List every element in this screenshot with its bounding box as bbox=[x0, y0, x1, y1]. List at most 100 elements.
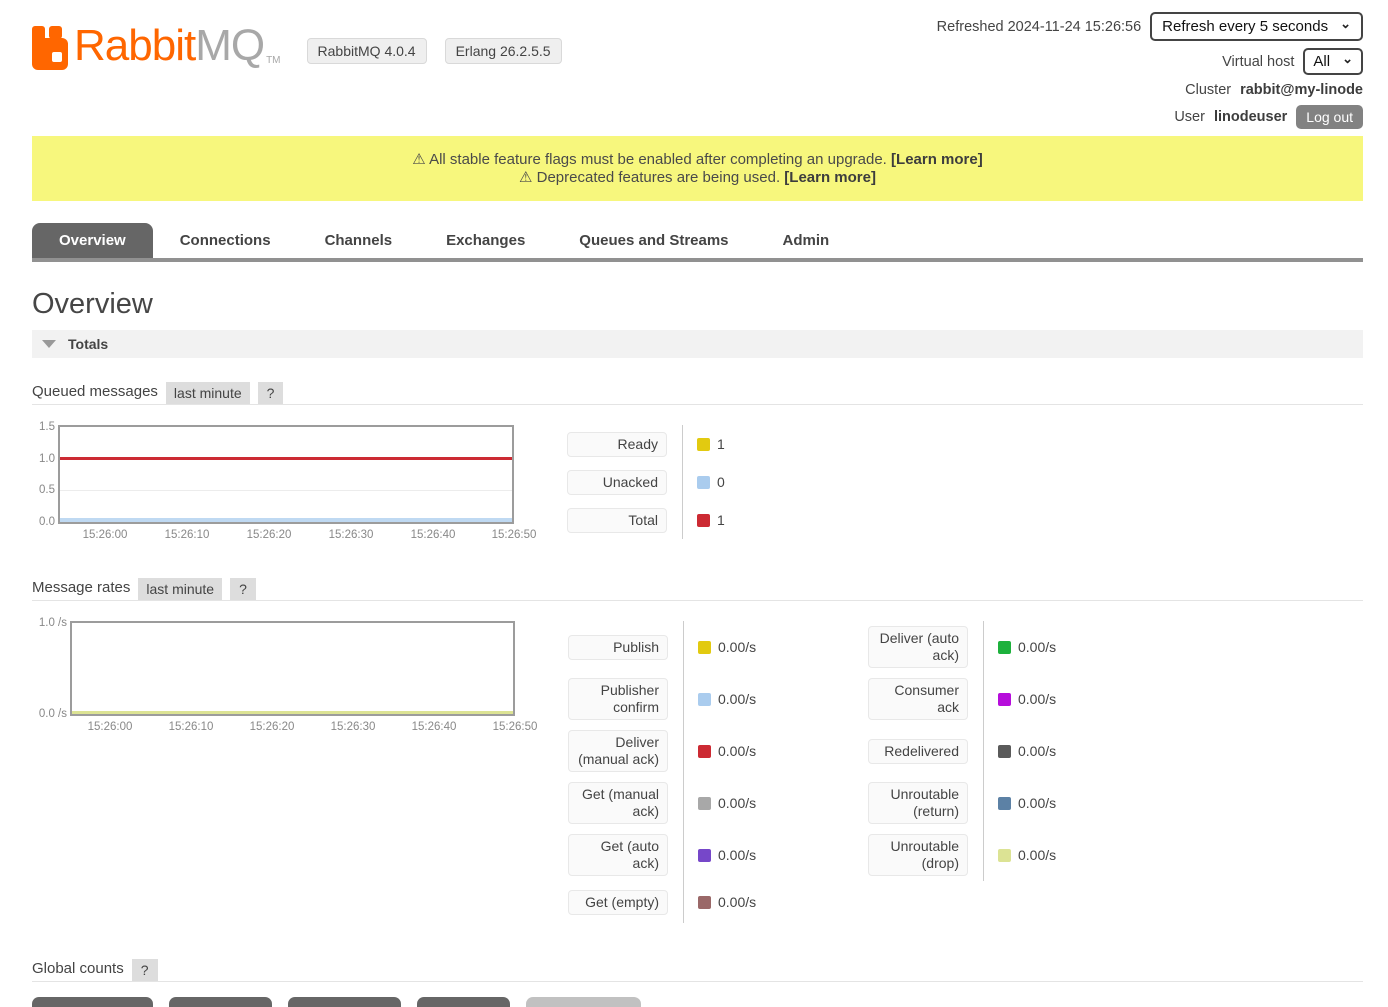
refresh-interval-select[interactable]: Refresh every 5 seconds ⌄ bbox=[1150, 12, 1363, 41]
learn-more-link-2[interactable]: [Learn more] bbox=[784, 169, 876, 186]
redelivered-rate: 0.00/s bbox=[1018, 743, 1056, 759]
global-counts-help-icon[interactable]: ? bbox=[132, 959, 158, 981]
ready-swatch-icon bbox=[697, 438, 710, 451]
totals-label: Totals bbox=[68, 336, 108, 352]
deliver-auto-ack-swatch-icon bbox=[998, 641, 1011, 654]
y-tick: 1.0 /s bbox=[39, 617, 67, 629]
connections-count-button[interactable]: Connections: 0 bbox=[32, 997, 153, 1007]
brand-wordmark: RabbitMQ bbox=[74, 22, 264, 70]
logout-button[interactable]: Log out bbox=[1296, 105, 1363, 129]
legend-label-deliver-auto-ack[interactable]: Deliver (auto ack) bbox=[868, 626, 968, 668]
publisher-confirm-rate: 0.00/s bbox=[718, 691, 756, 707]
unroutable-drop-swatch-icon bbox=[998, 849, 1011, 862]
x-axis-labels: 15:26:00 15:26:10 15:26:20 15:26:30 15:2… bbox=[58, 524, 514, 542]
unroutable-return-swatch-icon bbox=[998, 797, 1011, 810]
x-tick: 15:26:40 bbox=[412, 721, 457, 733]
legend-label-publisher-confirm[interactable]: Publisher confirm bbox=[568, 678, 668, 720]
legend-label-unacked[interactable]: Unacked bbox=[567, 470, 667, 495]
get-manual-ack-swatch-icon bbox=[698, 797, 711, 810]
queued-messages-period-badge[interactable]: last minute bbox=[166, 382, 250, 404]
x-tick: 15:26:00 bbox=[83, 529, 128, 541]
x-tick: 15:26:30 bbox=[331, 721, 376, 733]
legend-label-get-manual-ack[interactable]: Get (manual ack) bbox=[568, 782, 668, 824]
legend-label-redelivered[interactable]: Redelivered bbox=[868, 739, 968, 764]
unacked-swatch-icon bbox=[697, 476, 710, 489]
message-rates-period-badge[interactable]: last minute bbox=[138, 578, 222, 600]
legend-label-unroutable-return[interactable]: Unroutable (return) bbox=[868, 782, 968, 824]
deliver-auto-ack-rate: 0.00/s bbox=[1018, 639, 1056, 655]
x-axis-labels: 15:26:00 15:26:10 15:26:20 15:26:30 15:2… bbox=[70, 716, 515, 734]
x-tick: 15:26:20 bbox=[247, 529, 292, 541]
queued-messages-help-icon[interactable]: ? bbox=[258, 382, 284, 404]
message-rates-chart: 1.0 /s 0.0 /s bbox=[70, 621, 515, 716]
tab-queues-and-streams[interactable]: Queues and Streams bbox=[552, 223, 755, 258]
tabbar-divider bbox=[32, 258, 1363, 262]
y-tick: 0.0 /s bbox=[39, 708, 67, 720]
get-empty-rate: 0.00/s bbox=[718, 894, 756, 910]
legend-label-consumer-ack[interactable]: Consumer ack bbox=[868, 678, 968, 720]
rabbitmq-logo[interactable]: RabbitMQ TM bbox=[32, 22, 281, 70]
banner-line-feature-flags: ⚠ All stable feature flags must be enabl… bbox=[42, 151, 1353, 169]
header: RabbitMQ TM RabbitMQ 4.0.4 Erlang 26.2.5… bbox=[32, 0, 1363, 136]
cluster-label: Cluster bbox=[1185, 82, 1231, 98]
legend-label-publish[interactable]: Publish bbox=[568, 635, 668, 660]
tab-exchanges[interactable]: Exchanges bbox=[419, 223, 552, 258]
publisher-confirm-swatch-icon bbox=[698, 693, 711, 706]
x-tick: 15:26:10 bbox=[165, 529, 210, 541]
banner-text-1: ⚠ All stable feature flags must be enabl… bbox=[412, 151, 887, 168]
channels-count-button[interactable]: Channels: 0 bbox=[169, 997, 272, 1007]
x-tick: 15:26:20 bbox=[250, 721, 295, 733]
chevron-down-icon: ⌄ bbox=[1340, 19, 1351, 29]
banner-line-deprecated: ⚠ Deprecated features are being used. [L… bbox=[42, 169, 1353, 187]
cluster-name: rabbit@my-linode bbox=[1240, 82, 1363, 98]
legend-label-get-auto-ack[interactable]: Get (auto ack) bbox=[568, 834, 668, 876]
redelivered-swatch-icon bbox=[998, 745, 1011, 758]
brand-rabbit: Rabbit bbox=[74, 21, 195, 70]
legend-label-unroutable-drop[interactable]: Unroutable (drop) bbox=[868, 834, 968, 876]
deliver-manual-ack-swatch-icon bbox=[698, 745, 711, 758]
total-swatch-icon bbox=[697, 514, 710, 527]
queued-messages-title: Queued messages bbox=[32, 383, 158, 404]
virtual-host-select[interactable]: All ⌄ bbox=[1303, 48, 1363, 75]
total-series-line bbox=[60, 457, 512, 460]
y-tick: 0.0 bbox=[39, 516, 55, 528]
tab-channels[interactable]: Channels bbox=[298, 223, 420, 258]
message-rates-title: Message rates bbox=[32, 579, 130, 600]
total-value: 1 bbox=[717, 512, 725, 528]
legend-label-deliver-manual-ack[interactable]: Deliver (manual ack) bbox=[568, 730, 668, 772]
learn-more-link-1[interactable]: [Learn more] bbox=[891, 151, 983, 168]
page-title: Overview bbox=[32, 288, 1363, 321]
y-tick: 0.5 bbox=[39, 484, 55, 496]
virtual-host-label: Virtual host bbox=[1222, 54, 1294, 70]
x-tick: 15:26:40 bbox=[411, 529, 456, 541]
get-manual-ack-rate: 0.00/s bbox=[718, 795, 756, 811]
user-name: linodeuser bbox=[1214, 109, 1287, 125]
tab-connections[interactable]: Connections bbox=[153, 223, 298, 258]
unacked-series-line bbox=[60, 518, 512, 522]
warning-banner: ⚠ All stable feature flags must be enabl… bbox=[32, 136, 1363, 201]
legend-label-get-empty[interactable]: Get (empty) bbox=[568, 890, 668, 915]
consumers-count-button: Consumers: 0 bbox=[526, 997, 641, 1007]
unroutable-drop-series-line bbox=[72, 711, 513, 714]
tab-overview[interactable]: Overview bbox=[32, 223, 153, 258]
refreshed-timestamp: Refreshed 2024-11-24 15:26:56 bbox=[937, 19, 1142, 35]
exchanges-count-button[interactable]: Exchanges: 8 bbox=[288, 997, 401, 1007]
unroutable-drop-rate: 0.00/s bbox=[1018, 847, 1056, 863]
unroutable-return-rate: 0.00/s bbox=[1018, 795, 1056, 811]
gridline bbox=[60, 490, 512, 491]
x-tick: 15:26:30 bbox=[329, 529, 374, 541]
queued-messages-section: Queued messages last minute ? 1.5 1.0 0.… bbox=[32, 382, 1363, 542]
legend-label-total[interactable]: Total bbox=[567, 508, 667, 533]
queues-count-button[interactable]: Queues: 1 bbox=[417, 997, 510, 1007]
user-label: User bbox=[1174, 109, 1205, 125]
legend-label-ready[interactable]: Ready bbox=[567, 432, 667, 457]
totals-section-header[interactable]: Totals bbox=[32, 330, 1363, 358]
global-counts-title: Global counts bbox=[32, 960, 124, 981]
tab-admin[interactable]: Admin bbox=[756, 223, 857, 258]
brand-mq: MQ bbox=[195, 21, 264, 70]
erlang-version-badge: Erlang 26.2.5.5 bbox=[445, 38, 562, 64]
y-tick: 1.5 bbox=[39, 421, 55, 433]
message-rates-help-icon[interactable]: ? bbox=[230, 578, 256, 600]
publish-swatch-icon bbox=[698, 641, 711, 654]
message-rates-section: Message rates last minute ? 1.0 /s 0.0 /… bbox=[32, 578, 1363, 923]
